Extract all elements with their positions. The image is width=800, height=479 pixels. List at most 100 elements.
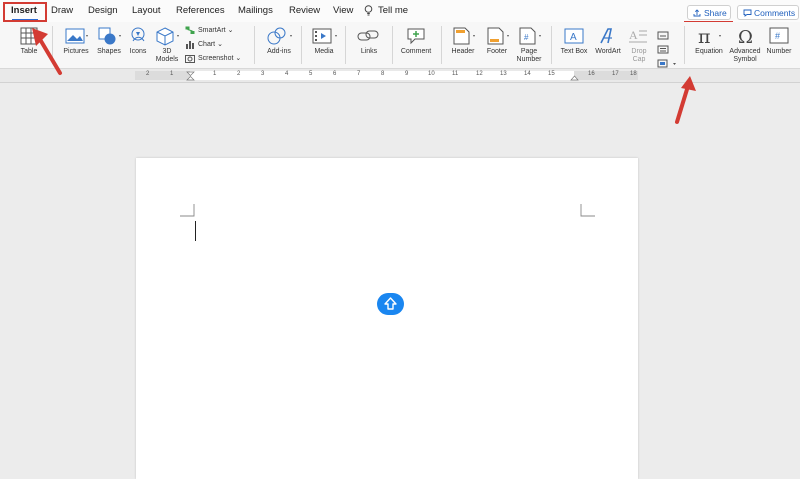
ruler-number: 17 [612,71,619,77]
svg-text:π: π [698,26,711,46]
footer-button[interactable]: Footer [481,26,513,56]
floating-action-button[interactable] [377,293,404,315]
links-button[interactable]: Links [352,26,386,56]
smartart-icon [185,26,195,34]
margin-corner-top-left [180,204,195,217]
pi-icon: π [698,26,721,46]
drop-cap-icon: A [629,28,647,43]
3d-models-label-line1: 3D [162,48,172,55]
chart-label: Chart [198,41,216,48]
screenshot-label: Screenshot [198,55,234,62]
shapes-icon [98,27,121,45]
ruler-number: 12 [476,71,483,77]
text-box-label: Text Box [560,48,588,55]
comments-label: Comments [754,8,796,18]
document-page[interactable] [136,158,638,479]
advanced-symbol-label-line1: Advanced [729,48,761,55]
tab-draw[interactable]: Draw [51,5,73,16]
drop-cap-label-line1: Drop [631,48,647,55]
svg-text:#: # [524,33,529,42]
lightbulb-icon [364,5,373,16]
svg-text:#: # [775,31,780,41]
upload-arrow-icon [384,297,397,310]
equation-button[interactable]: π Equation [689,26,729,56]
ribbon-separator [551,26,552,64]
page-number-label-line1: Page [520,48,538,55]
insert-tab-highlight [3,2,47,22]
add-comment-icon [407,28,425,45]
text-box-button[interactable]: A Text Box [557,26,591,56]
svg-text:Ω: Ω [738,27,753,46]
tab-design[interactable]: Design [88,5,118,16]
shapes-label: Shapes [97,48,121,55]
tell-me-search[interactable]: Tell me [378,5,408,16]
icons-label: Icons [129,48,147,55]
links-label: Links [360,48,378,55]
ruler-number: 6 [333,71,337,77]
object-icon [657,59,676,68]
ruler-number: 1 [170,71,174,77]
header-button[interactable]: Header [447,26,479,56]
bar-chart-icon [186,40,194,49]
ruler-number: 10 [428,71,435,77]
ruler-number: 18 [630,71,637,77]
wordart-button[interactable]: WordArt [592,26,624,56]
wordart-label: WordArt [595,48,621,55]
icons-gallery-icon [131,27,145,42]
page-number-label-line2: Number [516,56,542,63]
tab-review[interactable]: Review [289,5,320,16]
text-box-icon: A [564,28,584,44]
shapes-button[interactable]: Shapes [94,26,124,56]
drop-cap-button[interactable]: A Drop Cap [625,26,653,64]
ruler-number: 4 [285,71,289,77]
tab-mailings[interactable]: Mailings [238,5,273,16]
ruler-number: 3 [261,71,265,77]
text-cursor [195,221,196,241]
ribbon-separator [345,26,346,64]
ribbon-separator [441,26,442,64]
ruler-number: 11 [452,71,459,77]
ribbon-separator [392,26,393,64]
date-time-icon [657,45,669,54]
comment-bubble-icon [743,9,752,17]
share-icon [693,9,701,17]
ruler-number: 14 [524,71,531,77]
3d-models-button[interactable]: 3D Models [152,26,182,64]
ruler-number: 15 [548,71,555,77]
number-label: Number [766,48,792,55]
cube-icon [156,27,179,46]
indent-marker-icon[interactable] [186,71,195,81]
ruler-number: 2 [237,71,241,77]
right-indent-marker-icon[interactable] [570,74,579,81]
chart-button[interactable]: Chart ⌄ [185,39,223,51]
smartart-button[interactable]: SmartArt ⌄ [185,25,233,37]
comments-button[interactable]: Comments [737,5,799,20]
media-label: Media [314,48,334,55]
margin-corner-top-right [580,204,595,217]
advanced-symbol-button[interactable]: Ω Advanced Symbol [728,26,762,64]
drop-cap-label-line2: Cap [632,56,646,63]
svg-text:A: A [570,32,577,43]
tab-view[interactable]: View [333,5,353,16]
wordart-icon [600,28,612,44]
page-number-icon: # [519,27,541,45]
insert-ribbon: Table Pictures Shapes Icons 3D Models Sm… [0,22,800,69]
comment-button[interactable]: Comment [398,26,434,56]
screenshot-button[interactable]: Screenshot ⌄ [185,53,241,65]
signature-line-icon [657,31,669,40]
ruler-number: 16 [588,71,595,77]
tab-references[interactable]: References [176,5,225,16]
page-number-button[interactable]: # Page Number [513,26,545,64]
share-button[interactable]: Share [687,5,731,20]
annotation-arrow-icon [32,28,62,75]
omega-icon: Ω [738,27,753,46]
media-button[interactable]: Media [308,26,340,56]
smartart-label: SmartArt [198,27,226,34]
advanced-symbol-label-line2: Symbol [733,56,757,63]
number-button[interactable]: # Number [763,26,795,56]
icons-button[interactable]: Icons [125,26,151,56]
ruler-number: 2 [146,71,150,77]
add-ins-button[interactable]: Add-ins [262,26,296,56]
tab-layout[interactable]: Layout [132,5,161,16]
ruler-number: 5 [309,71,313,77]
